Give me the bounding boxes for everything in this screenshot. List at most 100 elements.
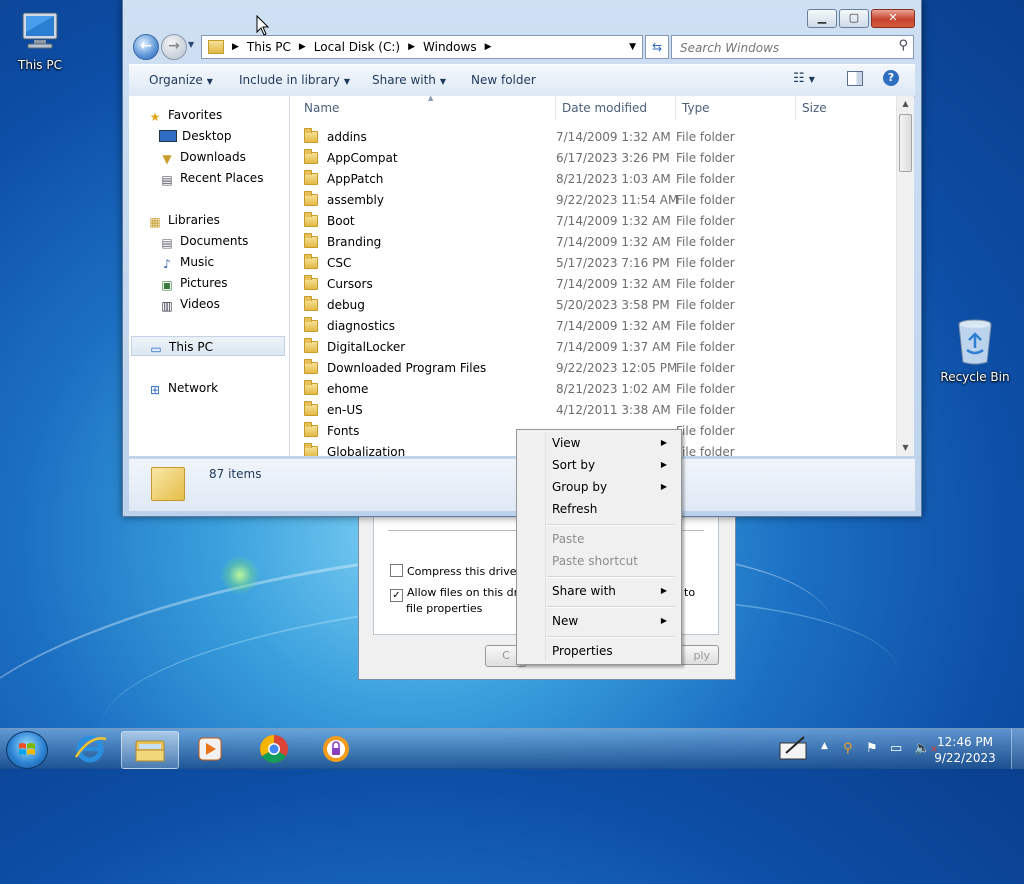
network-tray-icon[interactable]: ▭: [890, 741, 902, 756]
breadcrumb-local-disk[interactable]: Local Disk (C:): [314, 40, 400, 54]
media-player-icon: [198, 737, 222, 761]
file-type: File folder: [676, 193, 735, 207]
menu-item-paste[interactable]: Paste: [519, 528, 677, 550]
refresh-button[interactable]: ⇆: [645, 35, 669, 59]
preview-pane-icon[interactable]: [847, 71, 863, 86]
file-row[interactable]: en-US 4/12/2011 3:38 AM File folder: [298, 400, 898, 421]
column-header-date-modified[interactable]: Date modified: [556, 96, 676, 120]
menu-item-properties[interactable]: Properties: [519, 640, 677, 662]
file-row[interactable]: Downloaded Program Files 9/22/2023 12:05 …: [298, 358, 898, 379]
action-center-flag-icon[interactable]: ⚑: [866, 741, 878, 756]
file-date-modified: 9/22/2023 11:54 AM: [556, 193, 679, 207]
organize-button[interactable]: Organize ▼: [149, 73, 213, 87]
nav-libraries[interactable]: ▦ Libraries: [147, 210, 305, 230]
breadcrumb-windows[interactable]: Windows: [423, 40, 477, 54]
file-row[interactable]: Boot 7/14/2009 1:32 AM File folder: [298, 211, 898, 232]
navigation-pane: ★ Favorites Desktop ▼ Downloads ▤ Recent Pl…: [129, 96, 290, 456]
nav-this-pc[interactable]: ▭ This PC: [131, 336, 285, 356]
address-dropdown-icon[interactable]: ▼: [629, 42, 636, 52]
menu-item-refresh[interactable]: Refresh: [519, 498, 677, 520]
file-name: Branding: [327, 235, 382, 249]
file-row[interactable]: assembly 9/22/2023 11:54 AM File folder: [298, 190, 898, 211]
breadcrumb-chevron-icon[interactable]: ▶: [485, 42, 492, 52]
checkbox-box[interactable]: [390, 564, 403, 577]
file-name: diagnostics: [327, 319, 396, 333]
checkbox-box-checked[interactable]: ✓: [390, 589, 403, 602]
menu-item-group-by[interactable]: Group by ▶: [519, 476, 677, 498]
breadcrumb-chevron-icon[interactable]: ▶: [299, 42, 306, 52]
menu-label: Paste shortcut: [552, 554, 638, 568]
scroll-up-arrow-icon[interactable]: ▲: [897, 96, 914, 112]
file-row[interactable]: AppPatch 8/21/2023 1:03 AM File folder: [298, 169, 898, 190]
folder-icon: [151, 467, 185, 501]
scroll-thumb[interactable]: [899, 114, 912, 172]
nav-network[interactable]: ⊞ Network: [147, 378, 305, 398]
file-row[interactable]: addins 7/14/2009 1:32 AM File folder: [298, 127, 898, 148]
breadcrumb-chevron-icon[interactable]: ▶: [408, 42, 415, 52]
column-header-size[interactable]: Size: [796, 96, 876, 120]
nav-label: Videos: [180, 297, 220, 311]
search-input[interactable]: [678, 38, 892, 58]
search-tray-icon[interactable]: ⚲: [843, 741, 853, 756]
menu-item-view[interactable]: View ▶: [519, 432, 677, 454]
menu-separator: [547, 606, 675, 608]
taskbar-media-player[interactable]: [182, 731, 238, 767]
menu-item-new[interactable]: New ▶: [519, 610, 677, 632]
folder-icon: [304, 254, 318, 269]
taskbar-chrome[interactable]: [246, 731, 302, 767]
taskbar-internet-explorer[interactable]: [62, 731, 118, 767]
handwriting-panel-icon[interactable]: [778, 735, 810, 765]
file-list: Name ▲ Date modified Type Size addins 7/1…: [290, 96, 914, 456]
file-row[interactable]: Cursors 7/14/2009 1:32 AM File folder: [298, 274, 898, 295]
view-options-icon[interactable]: ☷ ▼: [793, 71, 815, 86]
breadcrumb-this-pc[interactable]: This PC: [247, 40, 291, 54]
nav-label: Documents: [180, 234, 249, 248]
file-type: File folder: [676, 319, 735, 333]
column-header-type[interactable]: Type: [676, 96, 796, 120]
search-box[interactable]: ⚲: [671, 35, 914, 59]
file-row[interactable]: DigitalLocker 7/14/2009 1:37 AM File folde…: [298, 337, 898, 358]
nav-favorites[interactable]: ★ Favorites: [147, 105, 305, 125]
column-header-name[interactable]: Name: [298, 96, 556, 120]
system-clock[interactable]: 12:46 PM 9/22/2023: [930, 734, 1000, 766]
file-row[interactable]: AppCompat 6/17/2023 3:26 PM File folder: [298, 148, 898, 169]
file-row[interactable]: debug 5/20/2023 3:58 PM File folder: [298, 295, 898, 316]
minimize-button[interactable]: ▁: [807, 9, 837, 28]
show-desktop-button[interactable]: [1011, 729, 1024, 769]
address-bar[interactable]: ▶ This PC ▶ Local Disk (C:) ▶ Windows ▶ …: [201, 35, 643, 59]
taskbar-file-explorer[interactable]: [121, 731, 179, 769]
folder-icon: [304, 317, 318, 332]
recent-pages-chevron-icon[interactable]: ▼: [188, 40, 194, 49]
start-button[interactable]: [6, 731, 48, 769]
new-folder-button[interactable]: New folder: [471, 73, 536, 87]
vertical-scrollbar[interactable]: ▲ ▼: [896, 96, 914, 456]
maximize-button[interactable]: ▢: [839, 9, 869, 28]
file-row[interactable]: ehome 8/21/2023 1:02 AM File folder: [298, 379, 898, 400]
menu-item-share-with[interactable]: Share with ▶: [519, 580, 677, 602]
file-date-modified: 5/20/2023 3:58 PM: [556, 298, 670, 312]
file-date-modified: 6/17/2023 3:26 PM: [556, 151, 670, 165]
pictures-icon: ▣: [161, 278, 173, 292]
share-with-button[interactable]: Share with ▼: [372, 73, 446, 87]
include-in-library-button[interactable]: Include in library ▼: [239, 73, 350, 87]
taskbar-vpn-app[interactable]: [308, 731, 364, 767]
folder-icon: [304, 191, 318, 206]
desktop-icon-recycle-bin[interactable]: Recycle Bin: [935, 318, 1015, 384]
menu-item-paste-shortcut[interactable]: Paste shortcut: [519, 550, 677, 572]
scroll-down-arrow-icon[interactable]: ▼: [897, 440, 914, 456]
file-name: Boot: [327, 214, 355, 228]
computer-icon: ▭: [150, 342, 162, 356]
file-name: Fonts: [327, 424, 360, 438]
menu-item-sort-by[interactable]: Sort by ▶: [519, 454, 677, 476]
forward-button[interactable]: →: [161, 34, 187, 60]
back-button[interactable]: ←: [133, 34, 159, 60]
file-row[interactable]: CSC 5/17/2023 7:16 PM File folder: [298, 253, 898, 274]
file-row[interactable]: Branding 7/14/2009 1:32 AM File folder: [298, 232, 898, 253]
desktop-icon-this-pc[interactable]: This PC: [0, 10, 80, 72]
close-button[interactable]: ✕: [871, 9, 915, 28]
breadcrumb-chevron-icon[interactable]: ▶: [232, 42, 239, 52]
search-icon[interactable]: ⚲: [898, 38, 908, 53]
help-icon[interactable]: ?: [883, 70, 899, 86]
file-row[interactable]: diagnostics 7/14/2009 1:32 AM File folder: [298, 316, 898, 337]
show-hidden-icons-icon[interactable]: ▲: [821, 741, 828, 751]
